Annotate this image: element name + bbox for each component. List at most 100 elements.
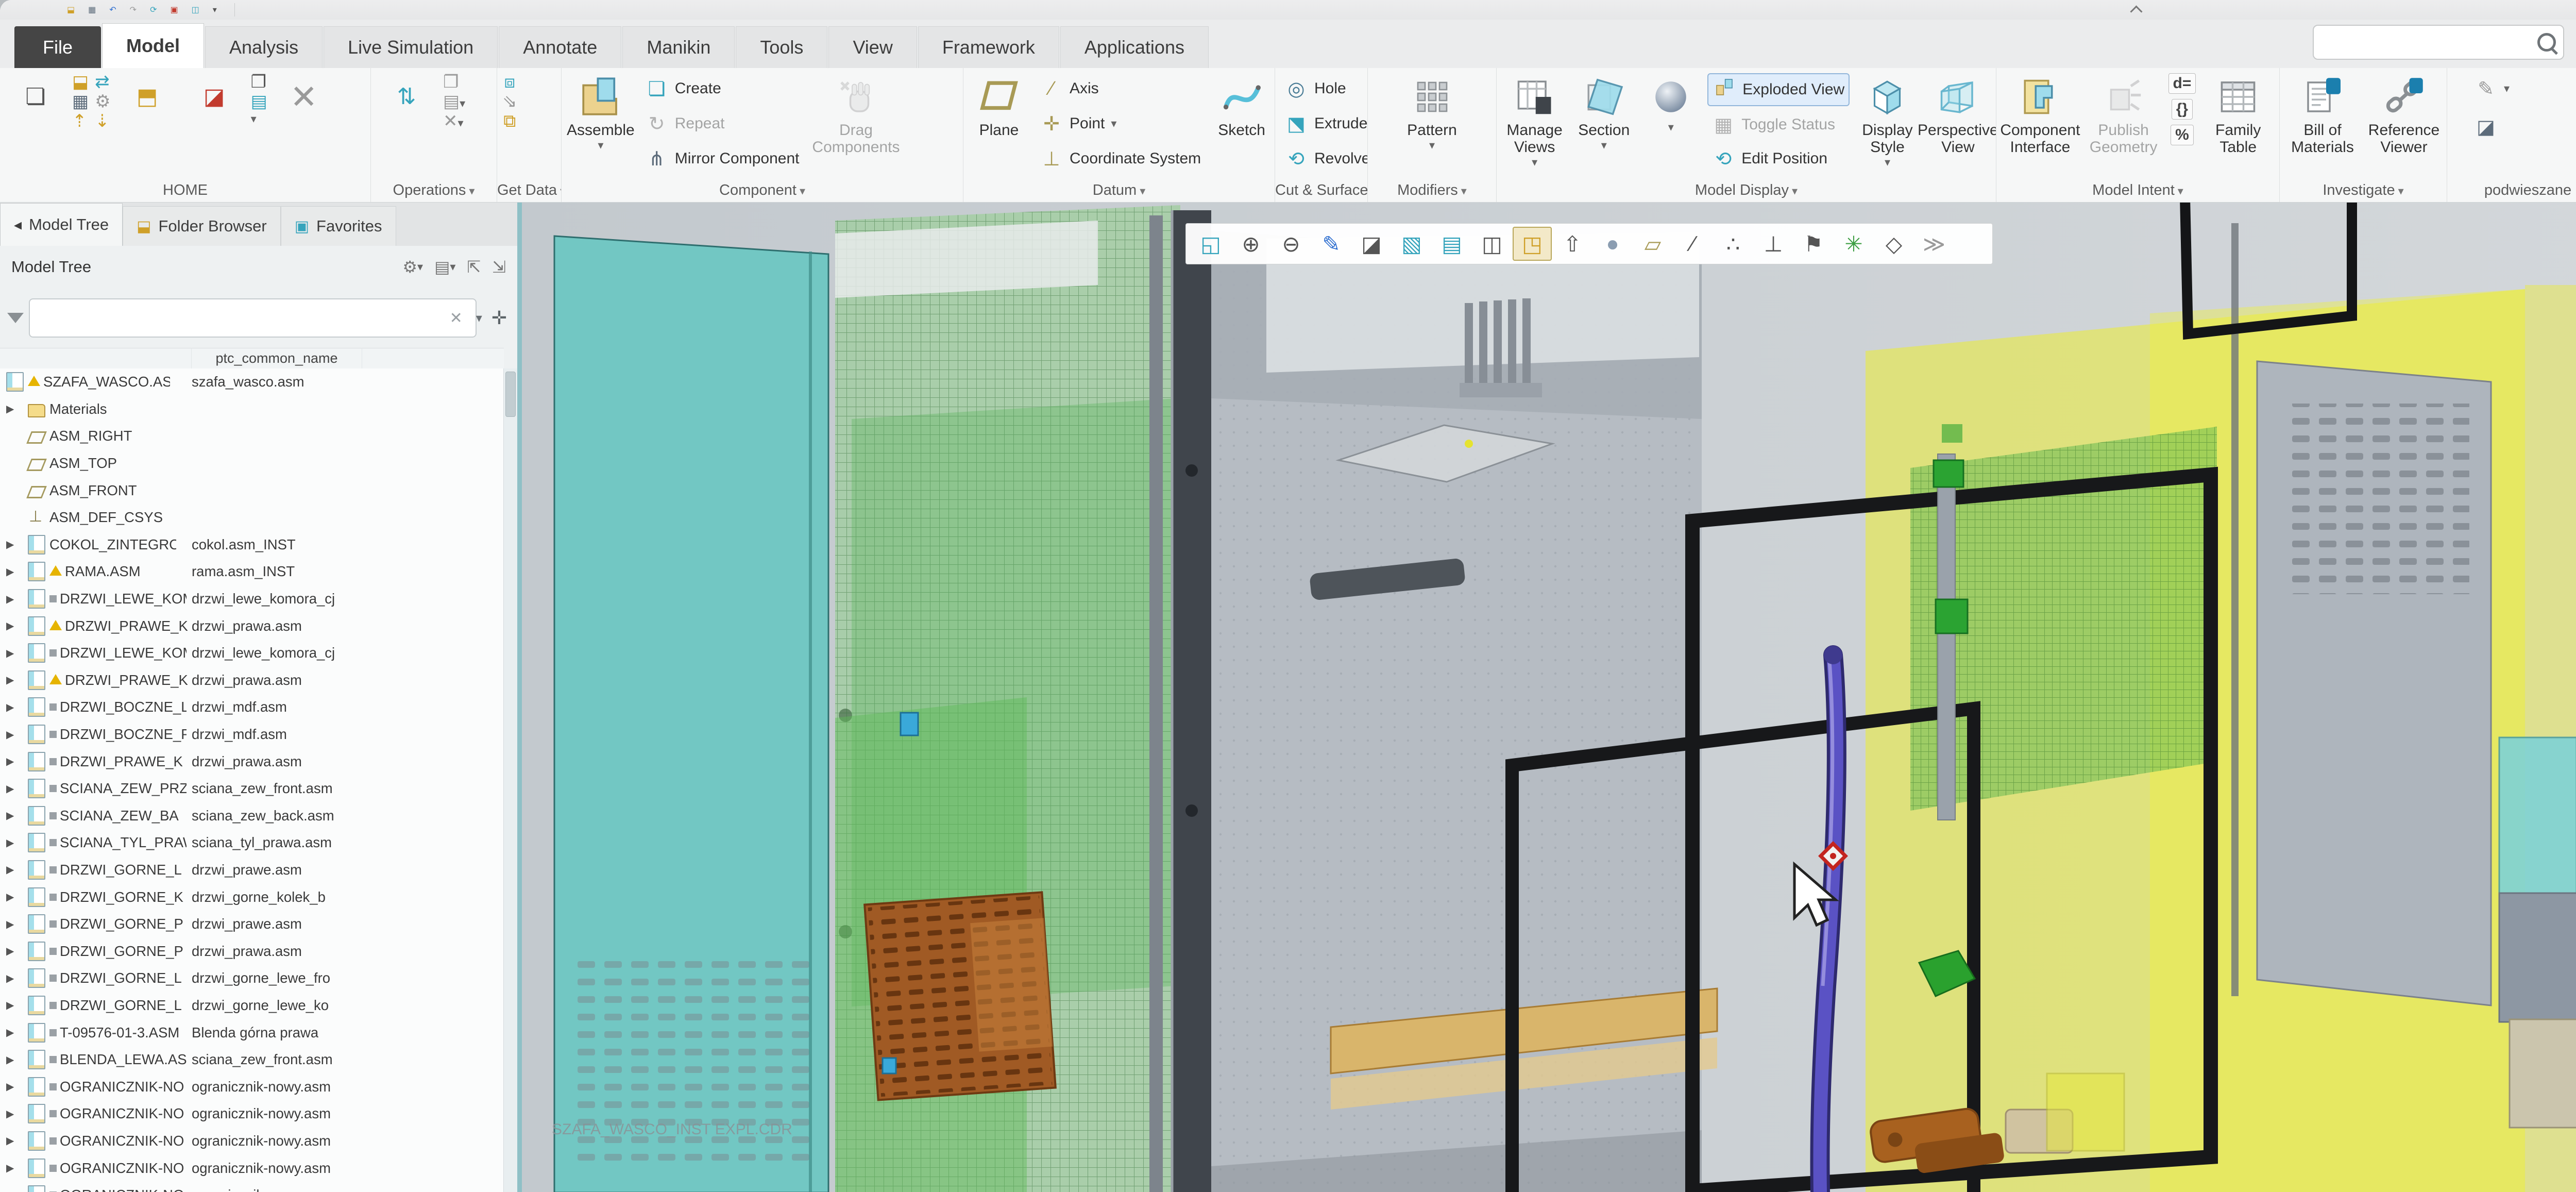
exploded-view-button[interactable]: Exploded View <box>1707 73 1850 106</box>
tree-row[interactable]: ▶ ASM_RIGHT <box>0 423 504 450</box>
tree-filters-dropdown-icon[interactable]: ▾ <box>417 260 423 274</box>
tree-row[interactable]: ▶ Materials <box>0 396 504 423</box>
expander-icon[interactable]: ▶ <box>6 972 28 985</box>
datum-axis-display-icon[interactable]: ⁄ <box>1673 227 1713 261</box>
Annotate[interactable]: Annotate <box>499 26 621 68</box>
expander-icon[interactable]: ▶ <box>6 565 28 578</box>
close-window-button[interactable]: ✕ <box>270 72 337 122</box>
part-slat-cluster[interactable] <box>1460 298 1542 397</box>
section-button[interactable]: Section▾ <box>1570 72 1637 153</box>
reference-viewer-button[interactable]: Reference Viewer <box>2363 72 2445 157</box>
expander-icon[interactable]: ▶ <box>6 918 28 931</box>
refit-icon[interactable]: ◱ <box>1191 227 1230 261</box>
tree-row[interactable]: ▶ SZAFA_WASCO.ASM szafa_wasco.asm <box>0 368 504 396</box>
tree-filters-icon[interactable]: ⚙ <box>402 257 417 277</box>
tree-row[interactable]: ▶ DRZWI_PRAWE_K drzwi_prawa.asm <box>0 748 504 775</box>
tree-row[interactable]: ▶ ASM_TOP <box>0 450 504 477</box>
Manikin[interactable]: Manikin <box>622 26 735 68</box>
mirror-component-button[interactable]: ⋔Mirror Component <box>641 143 804 174</box>
repeat-button[interactable]: ↻Repeat <box>641 108 804 139</box>
tree-row[interactable]: ▶ DRZWI_GORNE_L drzwi_prawe.asm <box>0 857 504 884</box>
tree-row[interactable]: ▶ DRZWI_GORNE_P drzwi_prawe.asm <box>0 911 504 938</box>
shade-icon[interactable]: ◪ <box>1352 227 1391 261</box>
part-green-hinge[interactable] <box>1936 599 1968 633</box>
paste-icon[interactable]: ▤▾ <box>443 93 465 110</box>
perspective-view-button[interactable]: Perspective View <box>1922 72 1994 157</box>
expander-icon[interactable]: ▶ <box>6 674 28 686</box>
tree-column-header[interactable]: ptc_common_name <box>0 348 504 370</box>
copy-icon[interactable]: ❐ <box>443 73 465 91</box>
tab-model-tree[interactable]: ◂Model Tree <box>0 203 123 246</box>
tree-row[interactable]: ▶ T-09576-01-3.ASM Blenda górna prawa <box>0 1019 504 1046</box>
tree-row[interactable]: ▶ RAMA.ASM rama.asm_INST <box>0 558 504 585</box>
capture-icon[interactable]: ▣ <box>170 5 178 15</box>
part-gray-box[interactable] <box>2499 893 2576 1022</box>
expander-icon[interactable]: ▶ <box>6 1162 28 1174</box>
settings-icon[interactable]: ⚙ <box>95 93 110 110</box>
tree-row[interactable]: ▶ DRZWI_GORNE_K drzwi_gorne_kolek_b <box>0 883 504 911</box>
create-component-button[interactable]: ❏Create <box>641 73 804 104</box>
pin-panel-icon[interactable]: ⇱ <box>467 257 481 277</box>
tree-row[interactable]: ▶ DRZWI_LEWE_KOM drzwi_lewe_komora_cj <box>0 640 504 667</box>
delete-icon[interactable]: ✕▾ <box>443 112 465 130</box>
expander-icon[interactable]: ▶ <box>6 593 28 606</box>
copy-geometry-icon[interactable]: ⧉ <box>503 112 516 130</box>
redo-icon[interactable]: ↷ <box>130 5 137 15</box>
scrollbar-thumb[interactable] <box>505 372 516 417</box>
expander-icon[interactable]: ▶ <box>6 619 28 632</box>
tree-row[interactable]: ▶ COKOL_ZINTEGRO cokol.asm_INST <box>0 531 504 559</box>
quick-access-dropdown-icon[interactable]: ▾ <box>213 5 217 15</box>
tree-row[interactable]: ▶ SCIANA_ZEW_PRZ sciana_zew_front.asm <box>0 775 504 802</box>
saved-orientations-icon[interactable]: ▤ <box>1432 227 1471 261</box>
tree-row[interactable]: ▶ ASM_FRONT <box>0 477 504 504</box>
appearance-gallery-icon[interactable]: ● <box>1593 227 1632 261</box>
expander-icon[interactable]: ▶ <box>6 402 28 415</box>
axis-button[interactable]: ⁄Axis <box>1036 73 1205 104</box>
tree-row[interactable]: ▶ SCIANA_ZEW_BA sciana_zew_back.asm <box>0 802 504 830</box>
datum-csys-display-icon[interactable]: ⊥ <box>1754 227 1793 261</box>
part-hinge-rail[interactable] <box>1938 454 1955 820</box>
part-green-hinge[interactable] <box>1934 460 1963 487</box>
tree-row[interactable]: ▶ OGRANICZNIK-NO ogranicznik-nowy.asm <box>0 1073 504 1100</box>
expander-icon[interactable]: ▶ <box>6 999 28 1012</box>
erase-not-displayed-button[interactable]: ◪ <box>181 72 248 122</box>
bill-of-materials-button[interactable]: Bill of Materials <box>2282 72 2363 157</box>
Framework[interactable]: Framework <box>918 26 1059 68</box>
tree-columns-dropdown-icon[interactable]: ▾ <box>450 260 455 274</box>
open-last-session-button[interactable]: ⬒ <box>114 72 181 122</box>
tree-row[interactable]: ▶ DRZWI_GORNE_L drzwi_gorne_lewe_ko <box>0 992 504 1019</box>
expander-icon[interactable]: ▶ <box>6 1189 28 1192</box>
tree-filter-input[interactable] <box>29 298 477 338</box>
datum-point-display-icon[interactable]: ∴ <box>1714 227 1753 261</box>
Analysis[interactable]: Analysis <box>205 26 323 68</box>
display-style-button[interactable]: Display Style▾ <box>1853 72 1922 170</box>
paste-icon[interactable]: ▤ <box>251 93 267 110</box>
undo-icon[interactable]: ↶ <box>109 5 116 15</box>
frame-pole-dark[interactable] <box>1172 210 1211 1192</box>
expander-icon[interactable]: ▶ <box>6 836 28 849</box>
tree-row[interactable]: ▶ OGRANICZNIK-NO ogranicznik-nowy.asm <box>0 1154 504 1182</box>
Tools[interactable]: Tools <box>736 26 827 68</box>
tree-row[interactable]: ▶ DRZWI_LEWE_KOM drzwi_lewe_komora_cj <box>0 585 504 613</box>
manage-views-button[interactable]: Manage Views▾ <box>1499 72 1570 170</box>
switch-symbols-icon[interactable]: % <box>2171 125 2194 145</box>
expander-icon[interactable]: ▶ <box>6 1026 28 1039</box>
spin-center-icon[interactable]: ✳ <box>1834 227 1873 261</box>
zoom-in-icon[interactable]: ⊕ <box>1231 227 1270 261</box>
toggle-status-button[interactable]: ▦Toggle Status <box>1707 109 1850 140</box>
part-blue-block[interactable] <box>901 713 918 735</box>
tree-row[interactable]: ▶ DRZWI_GORNE_P drzwi_prawa.asm <box>0 937 504 965</box>
expander-icon[interactable]: ▶ <box>6 782 28 795</box>
frame-pole-thin[interactable] <box>1149 215 1163 1192</box>
get-data-pointer-icon[interactable]: ⇘ <box>502 93 517 110</box>
assemble-button[interactable]: Assemble▾ <box>564 72 638 153</box>
expander-icon[interactable]: ▶ <box>6 1107 28 1120</box>
expander-icon[interactable]: ▶ <box>6 1134 28 1147</box>
new-file-button[interactable]: ❏ <box>2 72 69 122</box>
extrude-button[interactable]: ⬔Extrude <box>1280 108 1368 139</box>
tree-row[interactable]: ▶ OGRANICZNIK-NO ogranicznik-nowy.asm <box>0 1182 504 1192</box>
part-blue-block-small[interactable] <box>883 1058 896 1073</box>
publish-geometry-button[interactable]: Publish Geometry <box>2082 72 2165 157</box>
tab-favorites[interactable]: ▣Favorites <box>281 206 396 246</box>
parameters-icon[interactable]: d= <box>2168 73 2196 94</box>
